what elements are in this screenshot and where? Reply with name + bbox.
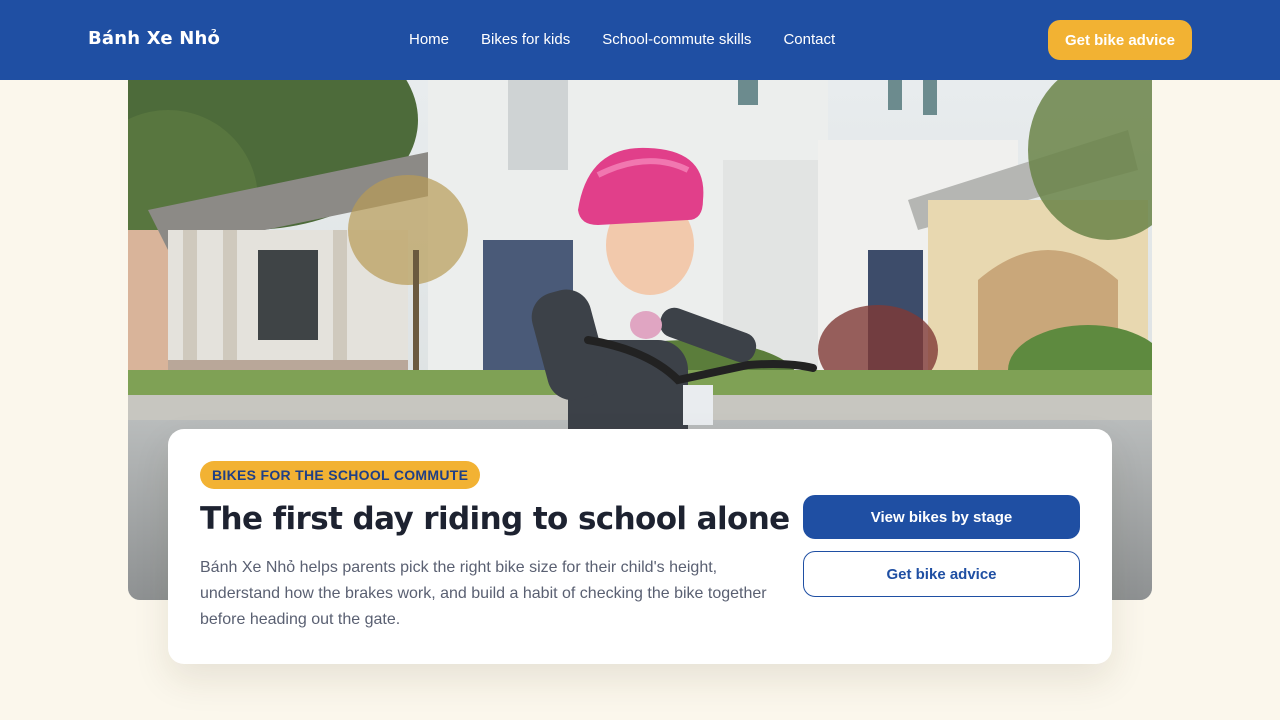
view-bikes-by-stage-button[interactable]: View bikes by stage [803,495,1080,539]
category-badge: BIKES FOR THE SCHOOL COMMUTE [200,461,481,489]
nav-contact-link[interactable]: Contact [783,31,835,48]
nav-home-link[interactable]: Home [409,31,449,48]
hero-description: Bánh Xe Nhỏ helps parents pick the right… [200,559,767,628]
main-nav: Home Bikes for kids School-commute skill… [409,31,835,48]
hero-info-card: BIKES FOR THE SCHOOL COMMUTE The first d… [168,429,1112,664]
top-navigation-bar: Bánh Xe Nhỏ Home Bikes for kids School-c… [0,0,1280,80]
get-bike-advice-button[interactable]: Get bike advice [803,551,1080,597]
brand-logo[interactable]: Bánh Xe Nhỏ [88,28,220,49]
nav-bikes-for-kids-link[interactable]: Bikes for kids [481,31,570,48]
hero-headline: The first day riding to school alone [200,501,790,537]
nav-school-commute-skills-link[interactable]: School-commute skills [602,31,751,48]
get-bike-advice-header-button[interactable]: Get bike advice [1048,20,1192,60]
